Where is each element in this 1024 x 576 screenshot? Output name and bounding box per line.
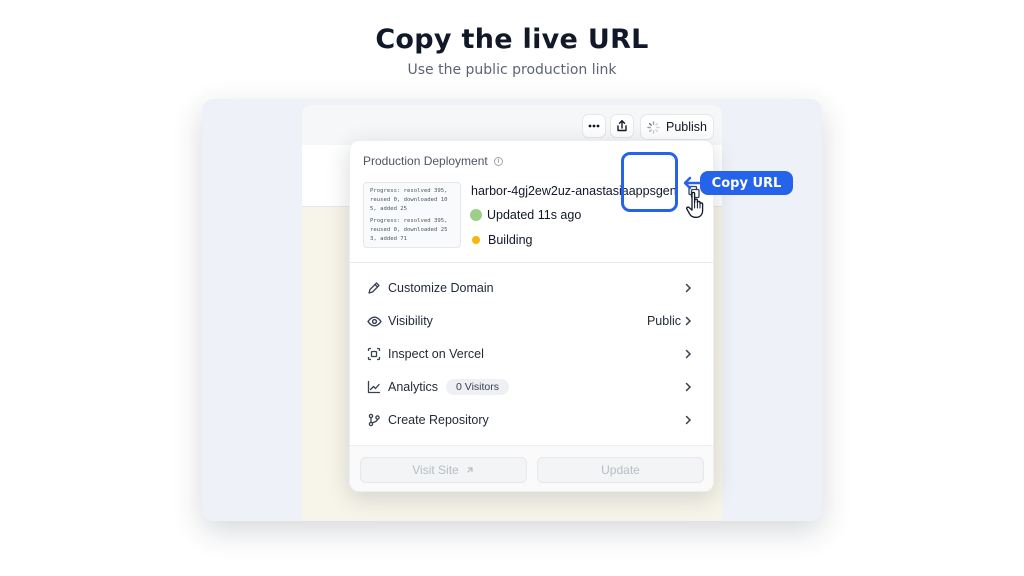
menu-item-visibility[interactable]: Visibility Public xyxy=(350,306,713,336)
visit-site-label: Visit Site xyxy=(412,463,459,477)
inspect-icon xyxy=(367,347,381,361)
share-icon xyxy=(617,120,627,132)
avatar xyxy=(470,209,482,221)
panel-footer: Visit Site Update xyxy=(350,445,713,491)
log-line: Progress: resolved 395, reused 0, downlo… xyxy=(370,188,448,212)
page-subtitle: Use the public production link xyxy=(407,62,617,78)
update-label: Update xyxy=(601,463,640,477)
chart-line-icon xyxy=(367,380,381,394)
update-button[interactable]: Update xyxy=(537,457,704,483)
menu-item-inspect[interactable]: Inspect on Vercel xyxy=(350,339,713,369)
log-line: Progress: resolved 395, reused 0, downlo… xyxy=(370,218,448,242)
publish-button[interactable]: Publish xyxy=(640,114,714,140)
chevron-right-icon xyxy=(685,283,692,293)
external-link-icon xyxy=(467,467,473,473)
menu-item-label: Inspect on Vercel xyxy=(388,347,484,361)
updated-text: Updated 11s ago xyxy=(487,208,582,222)
visitors-badge: 0 Visitors xyxy=(446,379,510,395)
menu-item-label: Customize Domain xyxy=(388,281,494,295)
highlight-box xyxy=(621,152,678,212)
chevron-right-icon xyxy=(685,415,692,425)
spinner-icon xyxy=(647,120,660,134)
page-title: Copy the live URL xyxy=(375,24,649,55)
status-text: Building xyxy=(488,233,533,247)
menu-item-label: Visibility xyxy=(388,314,433,328)
divider xyxy=(350,262,713,263)
visit-site-button[interactable]: Visit Site xyxy=(360,457,527,483)
menu-item-create-repository[interactable]: Create Repository xyxy=(350,405,713,435)
app-topbar: Publish xyxy=(302,105,722,145)
share-button[interactable] xyxy=(610,114,634,138)
chevron-right-icon xyxy=(685,349,692,359)
deployment-heading: Production Deployment i xyxy=(363,154,503,168)
visibility-value: Public xyxy=(646,314,681,328)
status-dot xyxy=(472,236,480,244)
menu-item-label: Create Repository xyxy=(388,413,489,427)
menu-item-customize-domain[interactable]: Customize Domain xyxy=(350,273,713,303)
menu-item-label: Analytics xyxy=(388,380,439,394)
publish-label: Publish xyxy=(666,120,707,134)
menu-item-analytics[interactable]: Analytics 0 Visitors xyxy=(350,372,713,402)
more-button[interactable] xyxy=(582,114,606,138)
chevron-right-icon xyxy=(685,316,692,326)
copy-url-callout: Copy URL xyxy=(700,171,793,195)
status-row: Building xyxy=(470,233,532,247)
pencil-icon xyxy=(368,282,380,294)
chevron-right-icon xyxy=(685,382,692,392)
deployment-heading-text: Production Deployment xyxy=(363,154,488,168)
git-branch-icon xyxy=(368,413,380,427)
hand-pointer-icon xyxy=(686,191,704,218)
more-horizontal-icon xyxy=(588,124,600,128)
eye-icon xyxy=(366,316,382,326)
updated-row: Updated 11s ago xyxy=(470,208,581,222)
info-icon[interactable]: i xyxy=(493,156,503,166)
deployment-preview-thumbnail[interactable]: Progress: resolved 395, reused 0, downlo… xyxy=(363,182,461,248)
